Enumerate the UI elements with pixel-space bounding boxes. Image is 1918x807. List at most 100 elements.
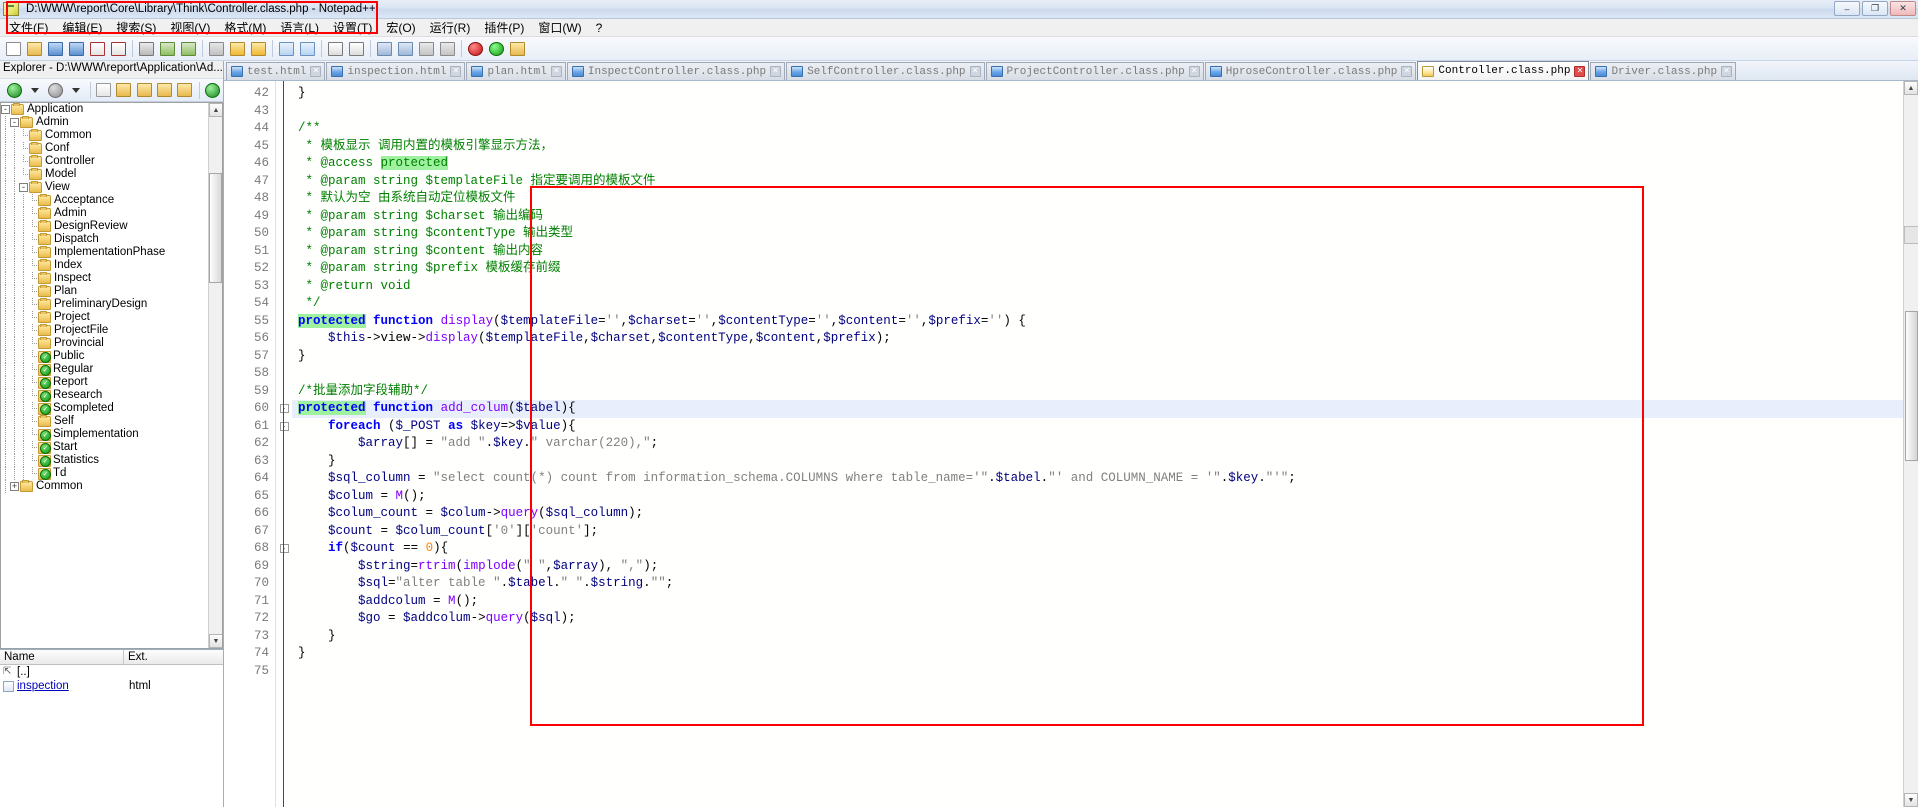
explorer-tree-scrollbar[interactable]: ▲ ▼ <box>208 103 222 648</box>
window-controls[interactable]: – ❐ ✕ <box>1834 1 1916 16</box>
tree-item-designreview[interactable]: DesignReview <box>1 220 208 233</box>
list-item[interactable]: inspection html <box>0 679 223 693</box>
editor-scroll-up-icon[interactable]: ▲ <box>1904 81 1918 95</box>
sync-scroll-icon[interactable] <box>374 39 394 59</box>
code-line[interactable]: } <box>292 645 1903 663</box>
zoom-out-icon[interactable] <box>346 39 366 59</box>
tab-test-html[interactable]: test.html ✕ <box>226 62 326 80</box>
code-line[interactable]: $sql="alter table ".$tabel." ".$string."… <box>292 575 1903 593</box>
menu-macro[interactable]: 宏(O) <box>379 19 422 37</box>
fold-cell[interactable]: - <box>276 540 292 558</box>
fold-cell[interactable] <box>276 505 292 523</box>
run-macro-icon[interactable] <box>507 39 527 59</box>
code-line[interactable]: $sql_column = "select count(*) count fro… <box>292 470 1903 488</box>
code-line[interactable]: $string=rtrim(implode(" ",$array), ","); <box>292 558 1903 576</box>
menu-run[interactable]: 运行(R) <box>423 19 478 37</box>
fold-cell[interactable] <box>276 575 292 593</box>
fold-cell[interactable] <box>276 488 292 506</box>
menu-search[interactable]: 搜索(S) <box>109 19 163 37</box>
add-folder-icon[interactable] <box>114 80 133 100</box>
code-fold-gutter[interactable]: - - - <box>276 81 292 807</box>
code-line[interactable]: $colum_count = $colum->query($sql_column… <box>292 505 1903 523</box>
open-folder-icon[interactable] <box>134 80 153 100</box>
fold-cell[interactable] <box>276 348 292 366</box>
explorer-tree[interactable]: - Application - Admin Common Conf Controller Mo… <box>1 103 208 648</box>
tree-item-provincial[interactable]: Provincial <box>1 337 208 350</box>
nav-forward-icon[interactable] <box>46 80 65 100</box>
tab-close-icon[interactable]: ✕ <box>770 66 782 77</box>
explorer-tree-container[interactable]: - Application - Admin Common Conf Controller Mo… <box>0 102 223 649</box>
tab-selfcontroller-class-php[interactable]: SelfController.class.php ✕ <box>786 62 985 80</box>
code-editor[interactable]: } /** * 模板显示 调用内置的模板引擎显示方法， * @access pr… <box>292 81 1903 807</box>
tab-controller-class-php[interactable]: Controller.class.php ✕ <box>1417 61 1590 80</box>
tree-item-statistics[interactable]: Statistics <box>1 454 208 467</box>
maximize-button[interactable]: ❐ <box>1862 1 1888 16</box>
save-all-icon[interactable] <box>66 39 86 59</box>
code-line[interactable]: /** <box>292 120 1903 138</box>
document-map-marker[interactable] <box>1904 226 1918 244</box>
code-line[interactable]: $colum = M(); <box>292 488 1903 506</box>
code-line[interactable]: * @access protected <box>292 155 1903 173</box>
tree-item-plan[interactable]: Plan <box>1 285 208 298</box>
editor-scroll-down-icon[interactable]: ▼ <box>1904 793 1918 807</box>
code-line[interactable]: * @return void <box>292 278 1903 296</box>
nav-back-dropdown-icon[interactable] <box>25 80 44 100</box>
fold-cell[interactable] <box>276 593 292 611</box>
scroll-thumb[interactable] <box>209 173 222 283</box>
add-file-icon[interactable] <box>94 80 113 100</box>
tree-item-controller[interactable]: Controller <box>1 155 208 168</box>
collapse-icon[interactable]: - <box>1 105 10 114</box>
tree-item-self[interactable]: Self <box>1 415 208 428</box>
scroll-up-icon[interactable]: ▲ <box>209 103 222 117</box>
menu-language[interactable]: 语言(L) <box>273 19 326 37</box>
fold-cell[interactable] <box>276 470 292 488</box>
tree-item-model[interactable]: Model <box>1 168 208 181</box>
menu-window[interactable]: 窗口(W) <box>531 19 588 37</box>
zoom-in-icon[interactable] <box>325 39 345 59</box>
tab-inspection-html[interactable]: inspection.html ✕ <box>326 62 466 80</box>
fold-cell[interactable] <box>276 295 292 313</box>
code-line[interactable]: } <box>292 453 1903 471</box>
paste-icon[interactable] <box>206 39 226 59</box>
save-icon[interactable] <box>45 39 65 59</box>
tab-close-icon[interactable]: ✕ <box>1401 66 1413 77</box>
code-line[interactable]: * 模板显示 调用内置的模板引擎显示方法， <box>292 138 1903 156</box>
nav-forward-dropdown-icon[interactable] <box>66 80 85 100</box>
fold-cell[interactable] <box>276 120 292 138</box>
copy-path-icon[interactable] <box>175 80 194 100</box>
file-list-col-ext[interactable]: Ext. <box>124 650 220 664</box>
code-line[interactable]: } <box>292 85 1903 103</box>
tree-item-application[interactable]: - Application <box>1 103 208 116</box>
tab-close-icon[interactable]: ✕ <box>1721 66 1733 77</box>
code-line[interactable]: $addcolum = M(); <box>292 593 1903 611</box>
fold-cell[interactable] <box>276 558 292 576</box>
fold-cell[interactable] <box>276 190 292 208</box>
copy-icon[interactable] <box>178 39 198 59</box>
tree-item-projectfile[interactable]: ProjectFile <box>1 324 208 337</box>
code-line[interactable]: * 默认为空 由系统自动定位模板文件 <box>292 190 1903 208</box>
tree-item-admin[interactable]: Admin <box>1 207 208 220</box>
fold-cell[interactable] <box>276 278 292 296</box>
menu-file[interactable]: 文件(F) <box>2 19 55 37</box>
tab-close-icon[interactable]: ✕ <box>1574 65 1586 77</box>
find-icon[interactable] <box>276 39 296 59</box>
tree-item-implementationphase[interactable]: ImplementationPhase <box>1 246 208 259</box>
tab-inspectcontroller-class-php[interactable]: InspectController.class.php ✕ <box>566 62 786 80</box>
tree-item-dispatch[interactable]: Dispatch <box>1 233 208 246</box>
explorer-file-list[interactable]: Name Ext. ⇱ [..] inspection html <box>0 649 223 807</box>
fold-cell[interactable] <box>276 453 292 471</box>
fold-cell[interactable] <box>276 435 292 453</box>
close-button[interactable]: ✕ <box>1890 1 1916 16</box>
code-line[interactable]: $array[] = "add ".$key." varchar(220),"; <box>292 435 1903 453</box>
menu-edit[interactable]: 编辑(E) <box>55 19 109 37</box>
fold-toggle-icon[interactable]: - <box>279 544 289 554</box>
code-line[interactable]: $this->view->display($templateFile,$char… <box>292 330 1903 348</box>
fold-cell[interactable] <box>276 313 292 331</box>
menu-settings[interactable]: 设置(T) <box>326 19 379 37</box>
tree-item-index[interactable]: Index <box>1 259 208 272</box>
tree-item-scompleted[interactable]: Scompleted <box>1 402 208 415</box>
code-line[interactable]: * @param string $charset 输出编码 <box>292 208 1903 226</box>
new-file-icon[interactable] <box>3 39 23 59</box>
minimize-button[interactable]: – <box>1834 1 1860 16</box>
code-line[interactable]: } <box>292 628 1903 646</box>
